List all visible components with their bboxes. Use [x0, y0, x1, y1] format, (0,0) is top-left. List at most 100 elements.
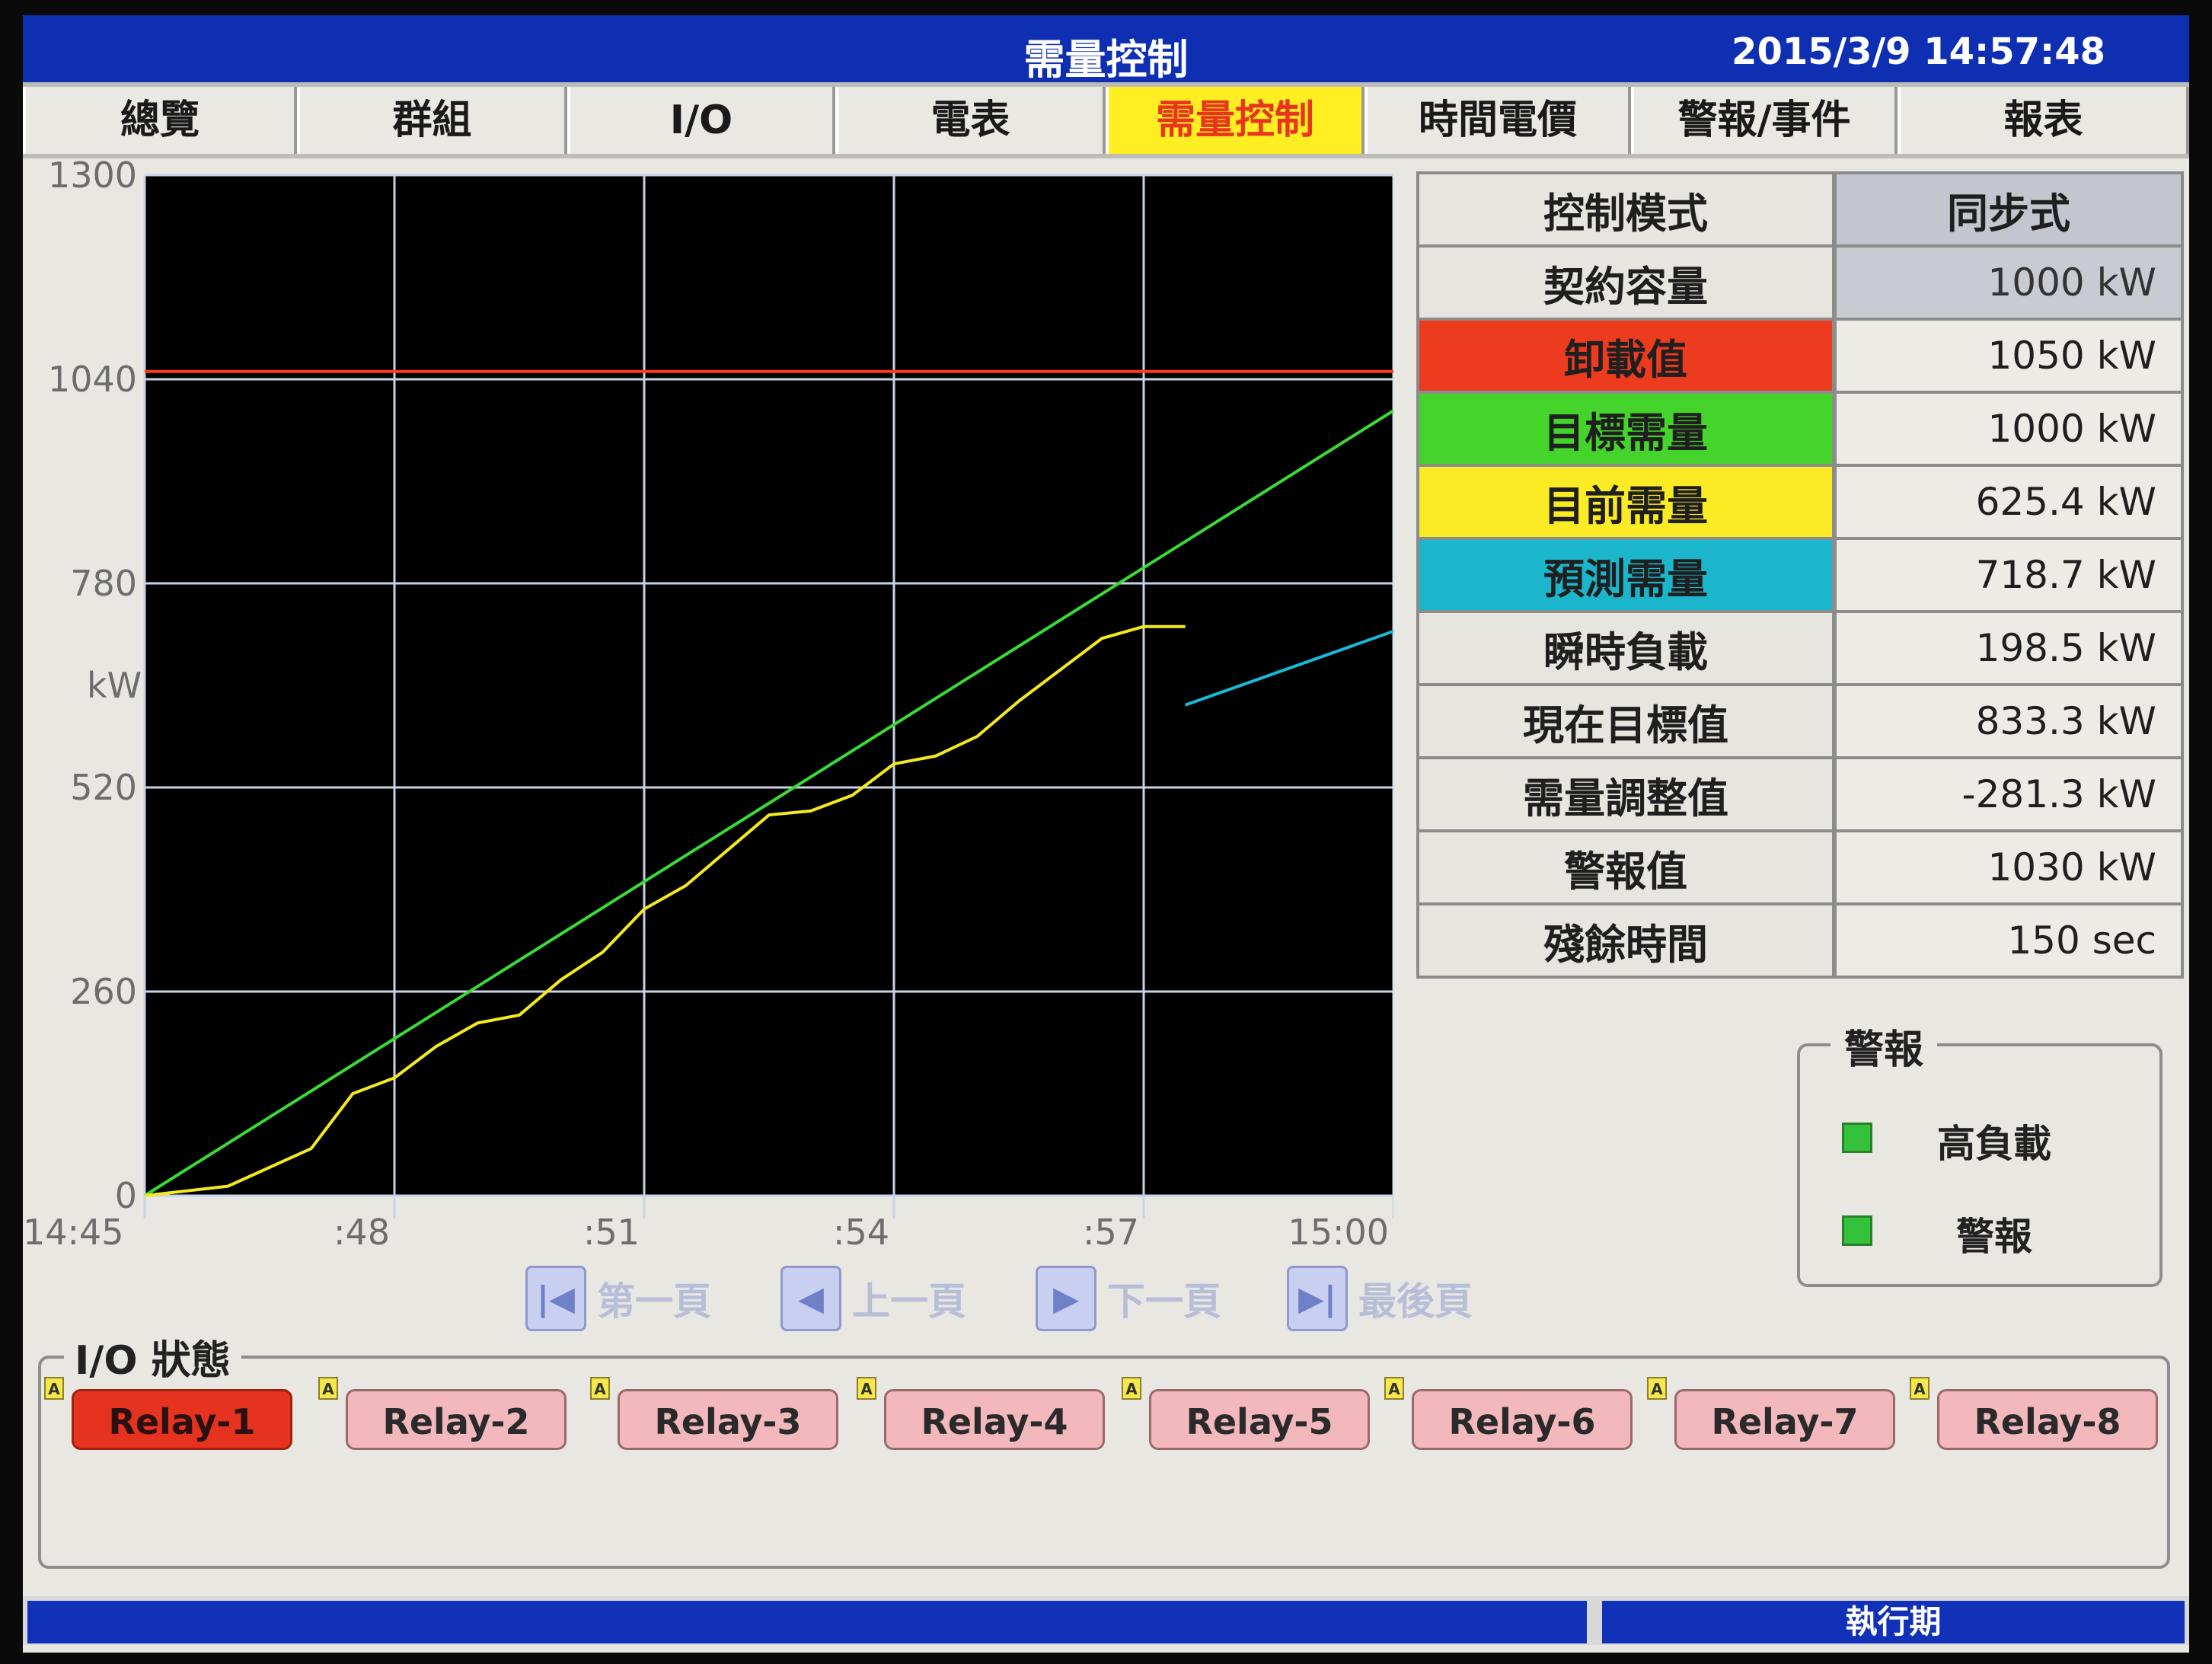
demand-info-table: 控制模式 同步式 契約容量 1000 kW 卸載值 1050 kW 目標需量 1…	[1416, 171, 2184, 979]
info-row-shed: 卸載值 1050 kW	[1419, 321, 2181, 394]
info-value: 1030 kW	[1837, 832, 2181, 902]
alarm-label: 警報	[1956, 1215, 2032, 1259]
x-tick-label: 15:00	[1288, 1212, 1389, 1253]
info-label: 卸載值	[1419, 321, 1837, 391]
status-bar-left	[27, 1601, 1587, 1643]
relay-button-1[interactable]: Relay-1	[72, 1389, 292, 1450]
info-value: 150 sec	[1837, 905, 2181, 976]
auto-mode-badge: A	[44, 1377, 64, 1400]
info-value: 625.4 kW	[1837, 467, 2181, 537]
tab-overview[interactable]: 總覽	[23, 87, 297, 154]
info-label: 警報值	[1419, 832, 1837, 902]
tab-meter[interactable]: 電表	[835, 87, 1106, 154]
chart-svg: 0 260 520 780 1040 1300 14:45 :48 :51 :54 :57 15:00…	[23, 160, 1393, 1253]
pager-next-label: 下一頁	[1107, 1279, 1221, 1324]
title-bar: 需量控制 2015/3/9 14:57:48	[23, 15, 2189, 84]
info-label: 目前需量	[1419, 467, 1837, 537]
prev-page-icon: ◀	[780, 1266, 841, 1331]
info-label: 瞬時負載	[1419, 613, 1837, 683]
relay-button-3[interactable]: Relay-3	[618, 1389, 838, 1450]
pager-first[interactable]: |◀ 第一頁	[525, 1264, 711, 1333]
relay-button-2[interactable]: Relay-2	[346, 1389, 567, 1450]
info-value: 718.7 kW	[1837, 540, 2181, 610]
auto-mode-badge: A	[857, 1377, 876, 1400]
x-tick-label: :57	[1083, 1212, 1139, 1253]
alarm-title: 警報	[1831, 1017, 1938, 1075]
info-row-target: 目標需量 1000 kW	[1419, 394, 2181, 467]
auto-mode-badge: A	[590, 1377, 610, 1400]
io-status-panel: I/O 狀態 A Relay-1 A Relay-2 A Relay-3 A Relay-4 A…	[38, 1328, 2170, 1569]
info-row-remaining: 殘餘時間 150 sec	[1419, 905, 2181, 976]
tab-time-price[interactable]: 時間電價	[1365, 87, 1631, 154]
datetime-display: 2015/3/9 14:57:48	[1732, 30, 2105, 73]
info-label: 殘餘時間	[1419, 905, 1837, 976]
info-row-control-mode: 控制模式 同步式	[1419, 174, 2181, 248]
info-row-current: 目前需量 625.4 kW	[1419, 467, 2181, 540]
relay-button-5[interactable]: Relay-5	[1149, 1389, 1370, 1450]
io-status-title: I/O 狀態	[64, 1328, 241, 1385]
pager-first-label: 第一頁	[597, 1279, 711, 1324]
x-tick-label: :51	[583, 1212, 640, 1253]
pager-next[interactable]: ▶ 下一頁	[1036, 1264, 1221, 1333]
next-page-icon: ▶	[1036, 1266, 1096, 1331]
auto-mode-badge: A	[1910, 1377, 1930, 1400]
auto-mode-badge: A	[1384, 1377, 1404, 1400]
y-tick-label: 780	[70, 563, 137, 604]
status-bar: 執行期	[23, 1596, 2189, 1645]
pager-prev[interactable]: ◀ 上一頁	[780, 1264, 966, 1333]
alarm-panel: 警報 高負載 警報	[1797, 1017, 2163, 1287]
info-row-adjust: 需量調整值 -281.3 kW	[1419, 759, 2181, 832]
high-load-led-icon	[1842, 1123, 1872, 1153]
info-value: 1000 kW	[1837, 248, 2181, 318]
info-value: 同步式	[1837, 174, 2181, 244]
relay-button-7[interactable]: Relay-7	[1674, 1389, 1895, 1450]
auto-mode-badge: A	[1122, 1377, 1141, 1400]
info-row-alarm: 警報值 1030 kW	[1419, 832, 2181, 905]
info-label: 需量調整值	[1419, 759, 1837, 829]
pager-prev-label: 上一頁	[852, 1279, 966, 1324]
tab-alarm-events[interactable]: 警報/事件	[1631, 87, 1898, 154]
relay-button-8[interactable]: Relay-8	[1937, 1389, 2158, 1450]
info-label: 目標需量	[1419, 394, 1837, 464]
demand-chart: 0 260 520 780 1040 1300 14:45 :48 :51 :54 :57 15:00…	[23, 160, 1393, 1287]
x-tick-label: :48	[334, 1212, 390, 1253]
hmi-screen: 需量控制 2015/3/9 14:57:48 總覽 群組 I/O 電表 需量控制…	[23, 15, 2189, 1653]
y-tick-label: 520	[70, 767, 137, 808]
y-tick-label: 1040	[48, 359, 137, 400]
tab-bar: 總覽 群組 I/O 電表 需量控制 時間電價 警報/事件 報表	[23, 82, 2189, 158]
info-row-forecast: 預測需量 718.7 kW	[1419, 540, 2181, 613]
alarm-led-icon	[1842, 1215, 1872, 1246]
y-tick-label: 1300	[48, 160, 137, 196]
info-row-contract: 契約容量 1000 kW	[1419, 248, 2181, 321]
info-value: 198.5 kW	[1837, 613, 2181, 683]
auto-mode-badge: A	[318, 1377, 338, 1400]
tab-io[interactable]: I/O	[567, 87, 835, 154]
runtime-status: 執行期	[1602, 1601, 2185, 1643]
info-row-instant: 瞬時負載 198.5 kW	[1419, 613, 2181, 686]
info-value: 1050 kW	[1837, 321, 2181, 391]
info-row-present-target: 現在目標值 833.3 kW	[1419, 686, 2181, 759]
plot-background	[145, 175, 1393, 1196]
info-label: 契約容量	[1419, 248, 1837, 318]
x-tick-label: 14:45	[23, 1212, 124, 1253]
high-load-label: 高負載	[1937, 1122, 2051, 1166]
info-label: 預測需量	[1419, 540, 1837, 610]
auto-mode-badge: A	[1647, 1377, 1667, 1400]
y-tick-label: 0	[115, 1175, 137, 1216]
pager-last-label: 最後頁	[1358, 1279, 1473, 1324]
y-tick-label: 260	[70, 971, 137, 1012]
tab-demand-control[interactable]: 需量控制	[1106, 87, 1365, 154]
tab-report[interactable]: 報表	[1898, 87, 2189, 154]
relay-button-4[interactable]: Relay-4	[884, 1389, 1105, 1450]
info-label: 控制模式	[1419, 174, 1837, 244]
y-axis-label: kW	[87, 665, 142, 706]
tab-groups[interactable]: 群組	[297, 87, 567, 154]
info-value: 833.3 kW	[1837, 686, 2181, 756]
relay-button-6[interactable]: Relay-6	[1412, 1389, 1633, 1450]
last-page-icon: ▶|	[1287, 1266, 1348, 1331]
x-tick-label: :54	[833, 1212, 889, 1253]
pager-last[interactable]: ▶| 最後頁	[1287, 1264, 1473, 1333]
info-value: -281.3 kW	[1837, 759, 2181, 829]
info-value: 1000 kW	[1837, 394, 2181, 464]
first-page-icon: |◀	[525, 1266, 586, 1331]
